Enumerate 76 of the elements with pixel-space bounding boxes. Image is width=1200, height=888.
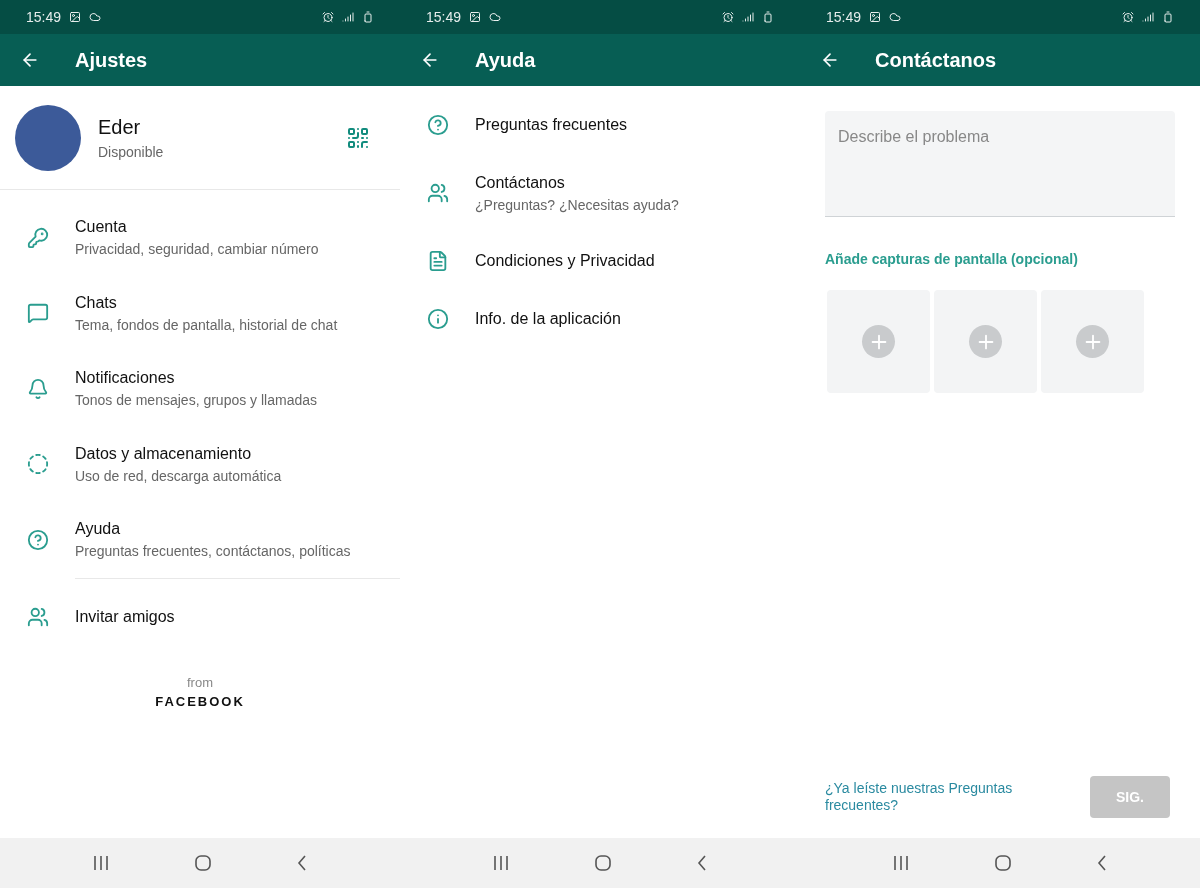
settings-item[interactable]: Cuenta Privacidad, seguridad, cambiar número xyxy=(0,200,400,276)
settings-item[interactable]: Notificaciones Tonos de mensajes, grupos y llamadas xyxy=(0,351,400,427)
help-item[interactable]: Contáctanos ¿Preguntas? ¿Necesitas ayuda? xyxy=(400,154,800,232)
help-title: Condiciones y Privacidad xyxy=(475,251,655,271)
settings-subtitle: Preguntas frecuentes, contáctanos, políticas xyxy=(75,542,351,562)
header-title: Ajustes xyxy=(75,48,148,73)
settings-item[interactable]: Datos y almacenamiento Uso de red, descarga automática xyxy=(0,426,400,502)
alarm-icon xyxy=(722,11,734,23)
from-label: from xyxy=(187,673,213,692)
settings-subtitle: Privacidad, seguridad, cambiar número xyxy=(75,240,319,260)
settings-subtitle: Tonos de mensajes, grupos y llamadas xyxy=(75,391,318,411)
settings-subtitle: Tema, fondos de pantalla, historial de chat xyxy=(75,315,338,335)
back-nav-icon[interactable] xyxy=(296,854,308,872)
people-icon xyxy=(26,605,49,628)
help-item[interactable]: Info. de la aplicación xyxy=(400,290,800,348)
recent-apps-icon[interactable] xyxy=(492,855,510,871)
add-icon xyxy=(969,325,1002,358)
home-icon[interactable] xyxy=(594,854,612,872)
add-icon xyxy=(1076,325,1109,358)
profile-name: Eder xyxy=(98,115,142,140)
signal-icon xyxy=(342,11,354,23)
help-item[interactable]: Preguntas frecuentes xyxy=(400,96,800,154)
cloud-icon xyxy=(89,11,102,23)
brand-label: FACEBOOK xyxy=(155,693,245,711)
help-title: Info. de la aplicación xyxy=(475,309,621,329)
home-icon[interactable] xyxy=(194,854,212,872)
help-subtitle: ¿Preguntas? ¿Necesitas ayuda? xyxy=(475,195,679,215)
help-icon xyxy=(426,114,449,136)
qr-code-icon[interactable] xyxy=(346,125,370,150)
settings-item[interactable]: Chats Tema, fondos de pantalla, historial de chat xyxy=(0,275,400,351)
invite-label: Invitar amigos xyxy=(75,606,175,627)
settings-title: Notificaciones xyxy=(75,368,176,389)
home-icon[interactable] xyxy=(994,854,1012,872)
battery-icon xyxy=(762,11,774,23)
recent-apps-icon[interactable] xyxy=(892,855,910,871)
help-item[interactable]: Condiciones y Privacidad xyxy=(400,232,800,290)
help-title: Preguntas frecuentes xyxy=(475,115,628,135)
help-icon xyxy=(26,528,49,551)
back-nav-icon[interactable] xyxy=(696,854,708,872)
recent-apps-icon[interactable] xyxy=(92,855,110,871)
status-time: 15:49 xyxy=(826,7,862,27)
settings-title: Chats xyxy=(75,292,118,313)
signal-icon xyxy=(742,11,754,23)
invite-item[interactable]: Invitar amigos xyxy=(0,578,400,655)
image-icon xyxy=(69,11,82,23)
problem-field[interactable]: Describe el problema xyxy=(825,111,1175,217)
alarm-icon xyxy=(322,11,334,23)
settings-title: Cuenta xyxy=(75,217,128,238)
people-icon xyxy=(426,182,449,204)
signal-icon xyxy=(1142,11,1154,23)
header-title: Ayuda xyxy=(475,48,536,73)
settings-subtitle: Uso de red, descarga automática xyxy=(75,466,282,486)
header-title: Contáctanos xyxy=(875,48,997,73)
battery-icon xyxy=(1162,11,1174,23)
settings-title: Ayuda xyxy=(75,519,122,540)
chat-icon xyxy=(26,302,49,325)
faq-link[interactable]: ¿Ya leíste nuestras Preguntas frecuentes? xyxy=(825,780,1025,814)
settings-title: Datos y almacenamiento xyxy=(75,443,253,464)
help-title: Contáctanos xyxy=(475,172,566,193)
cloud-icon xyxy=(889,11,902,23)
profile-status: Disponible xyxy=(98,143,165,162)
data-circle-icon xyxy=(26,453,49,476)
image-icon xyxy=(469,11,482,23)
screenshots-label: Añade capturas de pantalla (opcional) xyxy=(825,250,1079,269)
settings-item[interactable]: Ayuda Preguntas frecuentes, contáctanos, políticas xyxy=(0,502,400,578)
image-icon xyxy=(869,11,882,23)
back-nav-icon[interactable] xyxy=(1096,854,1108,872)
add-icon xyxy=(862,325,895,358)
bell-icon xyxy=(26,377,49,400)
key-icon xyxy=(26,226,49,249)
status-time: 15:49 xyxy=(426,7,462,27)
info-icon xyxy=(426,308,449,330)
status-time: 15:49 xyxy=(26,7,62,27)
alarm-icon xyxy=(1122,11,1134,23)
cloud-icon xyxy=(489,11,502,23)
battery-icon xyxy=(362,11,374,23)
